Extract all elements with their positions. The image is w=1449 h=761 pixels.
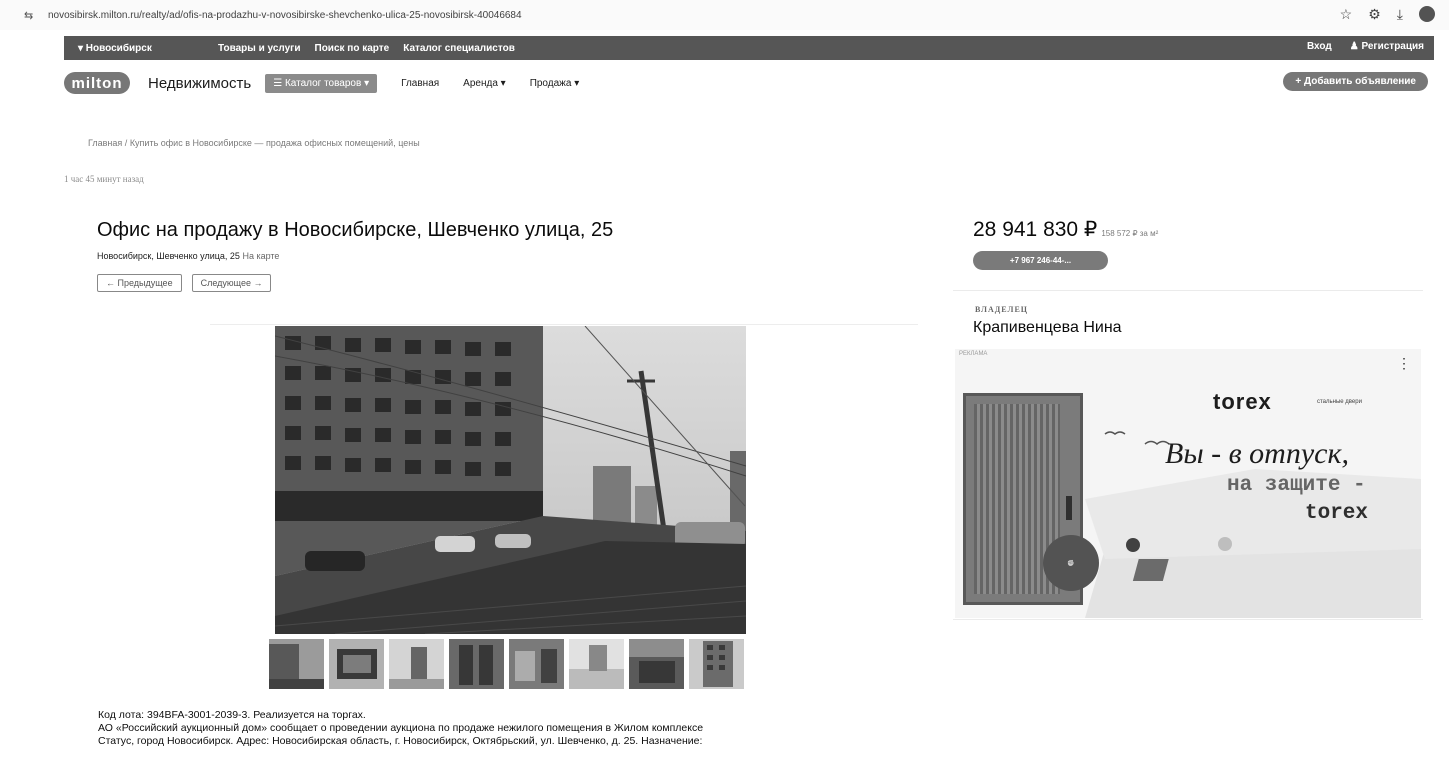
ad-slogan-line2: на защите - — [1227, 474, 1366, 497]
ad-slogan-line3: torex — [1305, 502, 1369, 525]
breadcrumb-separator: / — [124, 138, 128, 148]
thumbnail[interactable] — [689, 639, 744, 689]
ad-banner[interactable]: РЕКЛАМА ⋮ ✊ torex стальные двери Вы - в … — [955, 349, 1421, 618]
extensions-icon[interactable]: ⚙ — [1368, 6, 1381, 23]
price-value: 28 941 830 ₽ — [973, 218, 1098, 241]
star-icon[interactable]: ☆ — [1340, 6, 1353, 23]
listing-title: Офис на продажу в Новосибирске, Шевченко… — [97, 219, 614, 241]
listing-pager: ← Предыдущее Следующее → — [97, 274, 272, 292]
thumbnail[interactable] — [389, 639, 444, 689]
nav-rent[interactable]: Аренда ▾ — [463, 78, 506, 89]
content-divider — [210, 324, 918, 325]
profile-icon[interactable] — [1419, 6, 1435, 22]
listing-address: Новосибирск, Шевченко улица, 25 На карте — [97, 251, 279, 261]
ad-label: РЕКЛАМА — [959, 351, 988, 357]
address-text: Новосибирск, Шевченко улица, 25 — [97, 251, 240, 261]
description-line: Статус, город Новосибирск. Адрес: Новоси… — [98, 735, 703, 747]
thumbnail[interactable] — [509, 639, 564, 689]
site-info-icon[interactable]: ⇆ — [24, 9, 38, 22]
site-logo[interactable]: milton — [64, 70, 154, 96]
user-icon: ♟ — [1349, 41, 1362, 52]
quality-seal-icon: ✊ — [1043, 535, 1099, 591]
city-selector[interactable]: ▾ Новосибирск — [78, 43, 218, 54]
download-icon[interactable]: ⤓ — [1397, 6, 1403, 23]
photo-thumbnails — [269, 639, 744, 689]
catalog-button[interactable]: ☰ Каталог товаров ▾ — [265, 73, 378, 93]
breadcrumb: Главная / Купить офис в Новосибирске — п… — [88, 138, 420, 148]
listing-description: Код лота: 394BFA-3001-2039-3. Реализуетс… — [98, 709, 928, 748]
prev-listing-button[interactable]: ← Предыдущее — [97, 274, 182, 292]
nav-sale[interactable]: Продажа ▾ — [530, 78, 580, 89]
next-listing-button[interactable]: Следующее → — [191, 274, 272, 292]
logo-mark: milton — [64, 72, 130, 94]
show-phone-button[interactable]: +7 967 246-44-... — [973, 251, 1108, 270]
owner-name[interactable]: Крапивенцева Нина — [973, 319, 1122, 337]
listing-price: 28 941 830 ₽158 572 ₽ за м² — [973, 217, 1158, 242]
lot-code-line: Код лота: 394BFA-3001-2039-3. Реализуетс… — [98, 709, 366, 721]
price-per-m2: 158 572 ₽ за м² — [1101, 229, 1159, 238]
ad-brand-subtitle: стальные двери — [1317, 399, 1362, 405]
breadcrumb-current[interactable]: Купить офис в Новосибирске — продажа офи… — [130, 138, 420, 148]
browser-toolbar: ☆ ⚙ ⤓ — [1340, 6, 1435, 23]
login-link[interactable]: Вход — [1307, 41, 1332, 52]
brand-title[interactable]: Недвижимость — [148, 75, 251, 92]
owner-label: ВЛАДЕЛЕЦ — [975, 305, 1029, 314]
door-handle — [1066, 496, 1072, 520]
topnav-link-goods[interactable]: Товары и услуги — [218, 43, 301, 54]
breadcrumb-home[interactable]: Главная — [88, 138, 122, 148]
map-link[interactable]: На карте — [242, 251, 279, 261]
thumbnail[interactable] — [269, 639, 324, 689]
posted-time: 1 час 45 минут назад — [64, 174, 144, 184]
url-text[interactable]: novosibirsk.milton.ru/realty/ad/ofis-na-… — [48, 10, 522, 21]
ad-menu-icon[interactable]: ⋮ — [1397, 355, 1411, 372]
listing-main-photo[interactable] — [275, 326, 746, 634]
ad-brand-logo: torex — [1213, 389, 1272, 414]
thumbnail[interactable] — [629, 639, 684, 689]
register-label: Регистрация — [1361, 41, 1424, 52]
site-top-nav: ▾ Новосибирск Товары и услуги Поиск по к… — [64, 36, 1434, 60]
register-link[interactable]: ♟ Регистрация — [1350, 41, 1424, 52]
thumbnail[interactable] — [329, 639, 384, 689]
topnav-link-map-search[interactable]: Поиск по карте — [315, 43, 390, 54]
add-listing-button[interactable]: + Добавить объявление — [1283, 72, 1428, 91]
site-header: milton Недвижимость ☰ Каталог товаров ▾ … — [64, 66, 1434, 100]
description-line: АО «Российский аукционный дом» сообщает … — [98, 722, 704, 734]
ad-slogan-line1: Вы - в отпуск, — [1165, 437, 1349, 470]
nav-home[interactable]: Главная — [401, 78, 439, 89]
thumbnail[interactable] — [449, 639, 504, 689]
thumbnail[interactable] — [569, 639, 624, 689]
photo-image — [275, 326, 746, 634]
browser-address-bar: ⇆ novosibirsk.milton.ru/realty/ad/ofis-n… — [0, 0, 1449, 30]
topnav-link-specialists[interactable]: Каталог специалистов — [403, 43, 515, 54]
